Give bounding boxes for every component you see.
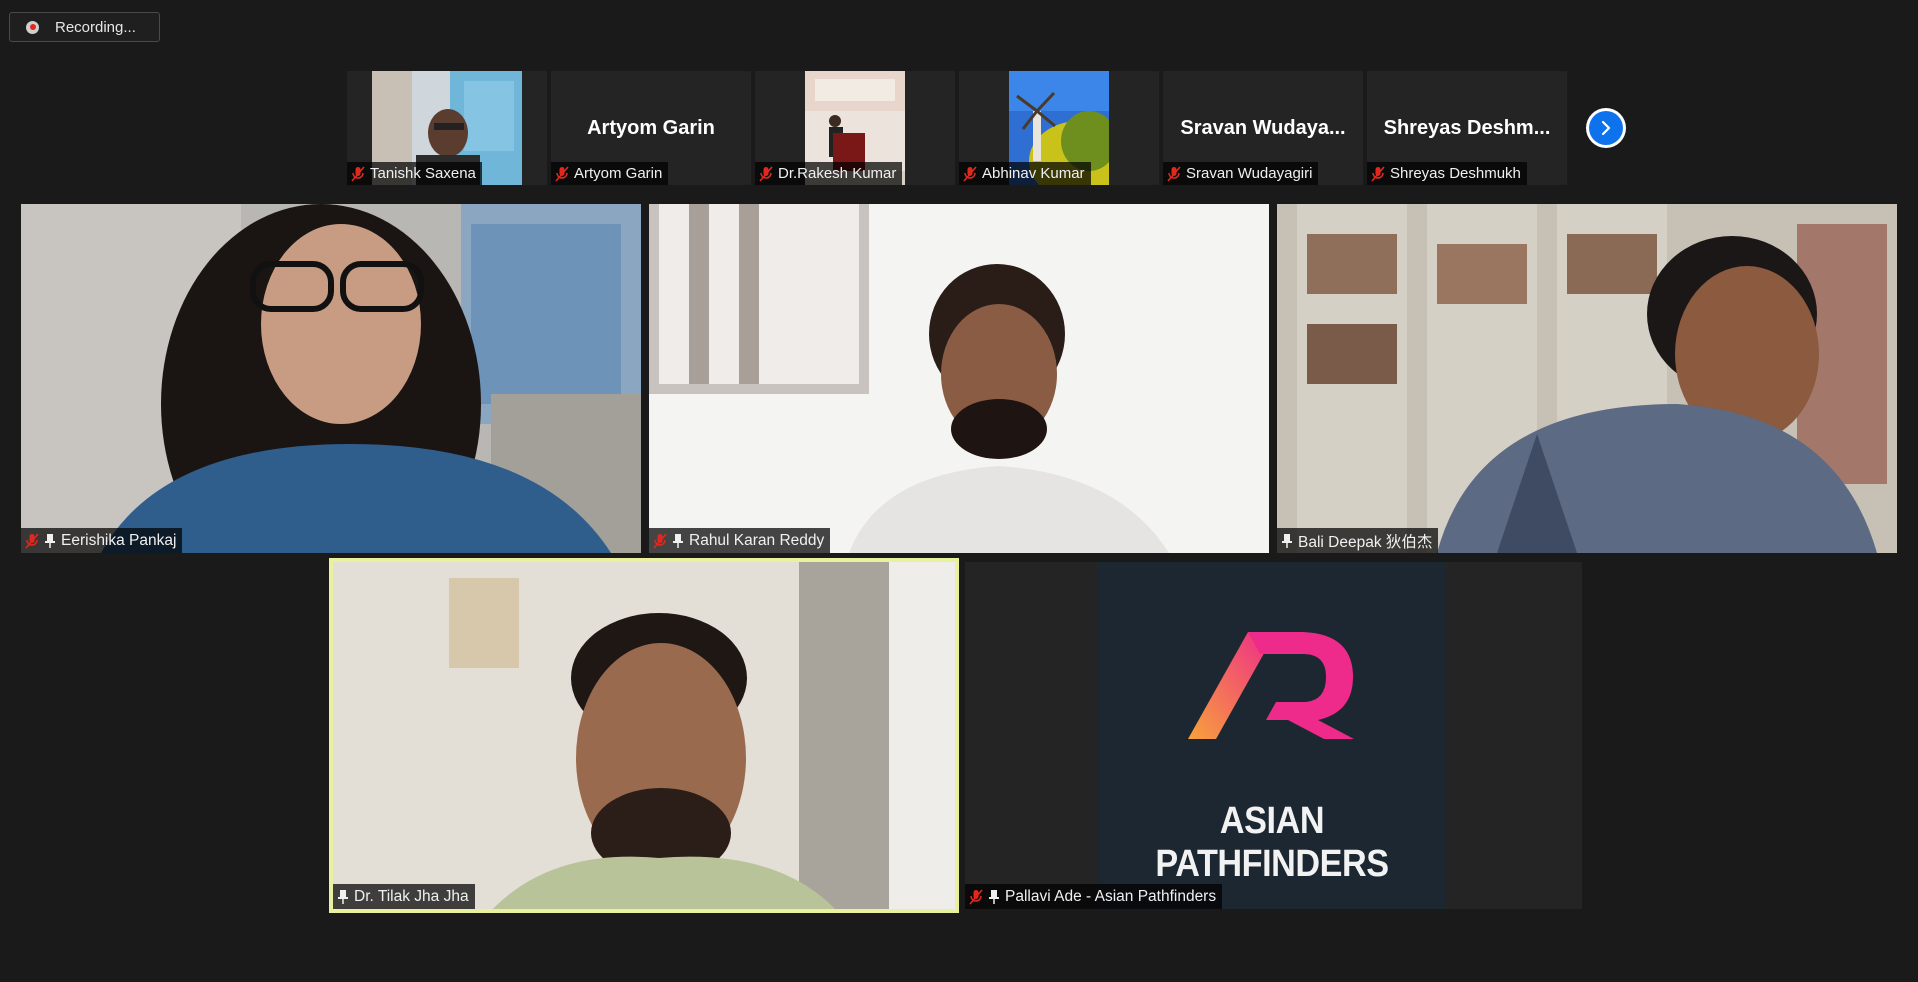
- participant-name: Bali Deepak 狄伯杰: [1298, 533, 1433, 551]
- participant-name-label: Artyom Garin: [551, 162, 669, 185]
- mic-muted-icon: [25, 532, 39, 549]
- next-page-button[interactable]: [1586, 108, 1626, 148]
- participant-name: Shreyas Deshmukh: [1390, 165, 1521, 182]
- thumbnail-tile[interactable]: Dr.Rakesh Kumar: [755, 71, 955, 185]
- participant-name: Pallavi Ade - Asian Pathfinders: [1005, 887, 1217, 905]
- participant-name-label: Abhinav Kumar: [959, 162, 1091, 185]
- participant-name: Abhinav Kumar: [982, 165, 1085, 182]
- thumbnail-tile[interactable]: Abhinav Kumar: [959, 71, 1159, 185]
- participant-name-label: Pallavi Ade - Asian Pathfinders: [965, 884, 1223, 909]
- pin-icon: [989, 889, 999, 904]
- chevron-right-icon: [1589, 111, 1623, 145]
- mic-muted-icon: [963, 165, 977, 182]
- participant-name: Rahul Karan Reddy: [689, 531, 825, 549]
- pin-icon: [1282, 533, 1292, 548]
- participant-video: [329, 558, 959, 913]
- participant-name: Artyom Garin: [574, 165, 663, 182]
- logo-panel: ASIAN PATHFINDERS: [1098, 562, 1446, 909]
- mic-muted-icon: [555, 165, 569, 182]
- participant-display-name: Sravan Wudaya...: [1180, 117, 1346, 139]
- video-tile[interactable]: ASIAN PATHFINDERS Pallavi Ade - Asian Pa…: [965, 562, 1582, 909]
- video-tile-active-speaker[interactable]: Dr. Tilak Jha Jha: [329, 558, 959, 913]
- participant-name-label: Rahul Karan Reddy: [649, 528, 831, 553]
- mic-muted-icon: [1371, 165, 1385, 182]
- participant-video: [21, 204, 641, 553]
- record-icon: [26, 20, 39, 34]
- participant-name-label: Eerishika Pankaj: [21, 528, 183, 553]
- participant-name-label: Sravan Wudayagiri: [1163, 162, 1319, 185]
- participant-video: [649, 204, 1269, 553]
- mic-muted-icon: [351, 165, 365, 182]
- participant-name-label: Tanishk Saxena: [347, 162, 482, 185]
- participant-name-label: Bali Deepak 狄伯杰: [1277, 528, 1439, 553]
- thumbnail-tile[interactable]: Shreyas Deshm... Shreyas Deshmukh: [1367, 71, 1567, 185]
- thumbnail-tile[interactable]: Sravan Wudaya... Sravan Wudayagiri: [1163, 71, 1363, 185]
- pin-icon: [45, 533, 55, 548]
- video-tile[interactable]: Bali Deepak 狄伯杰: [1277, 204, 1897, 553]
- logo-text: ASIAN PATHFINDERS: [1155, 800, 1389, 885]
- video-tile[interactable]: Eerishika Pankaj: [21, 204, 641, 553]
- participant-video: [1277, 204, 1897, 553]
- thumbnail-tile[interactable]: Artyom Garin Artyom Garin: [551, 71, 751, 185]
- recording-indicator[interactable]: Recording...: [9, 12, 160, 42]
- mic-muted-icon: [969, 888, 983, 905]
- mic-muted-icon: [1167, 165, 1181, 182]
- video-tile[interactable]: Rahul Karan Reddy: [649, 204, 1269, 553]
- participant-name: Dr. Tilak Jha Jha: [354, 887, 469, 905]
- mic-muted-icon: [653, 532, 667, 549]
- participant-name: Tanishk Saxena: [370, 165, 476, 182]
- participant-name: Eerishika Pankaj: [61, 531, 177, 549]
- participant-name: Sravan Wudayagiri: [1186, 165, 1313, 182]
- mic-muted-icon: [759, 165, 773, 182]
- participant-name: Dr.Rakesh Kumar: [778, 165, 897, 182]
- pin-icon: [338, 889, 348, 904]
- participant-name-label: Dr. Tilak Jha Jha: [333, 884, 475, 909]
- participant-display-name: Artyom Garin: [587, 117, 715, 139]
- participant-name-label: Shreyas Deshmukh: [1367, 162, 1527, 185]
- thumbnail-tile[interactable]: Tanishk Saxena: [347, 71, 547, 185]
- pin-icon: [673, 533, 683, 548]
- participant-name-label: Dr.Rakesh Kumar: [755, 162, 903, 185]
- participant-display-name: Shreyas Deshm...: [1383, 117, 1551, 139]
- recording-label: Recording...: [55, 18, 136, 36]
- asian-pathfinders-logo-icon: [1188, 632, 1354, 739]
